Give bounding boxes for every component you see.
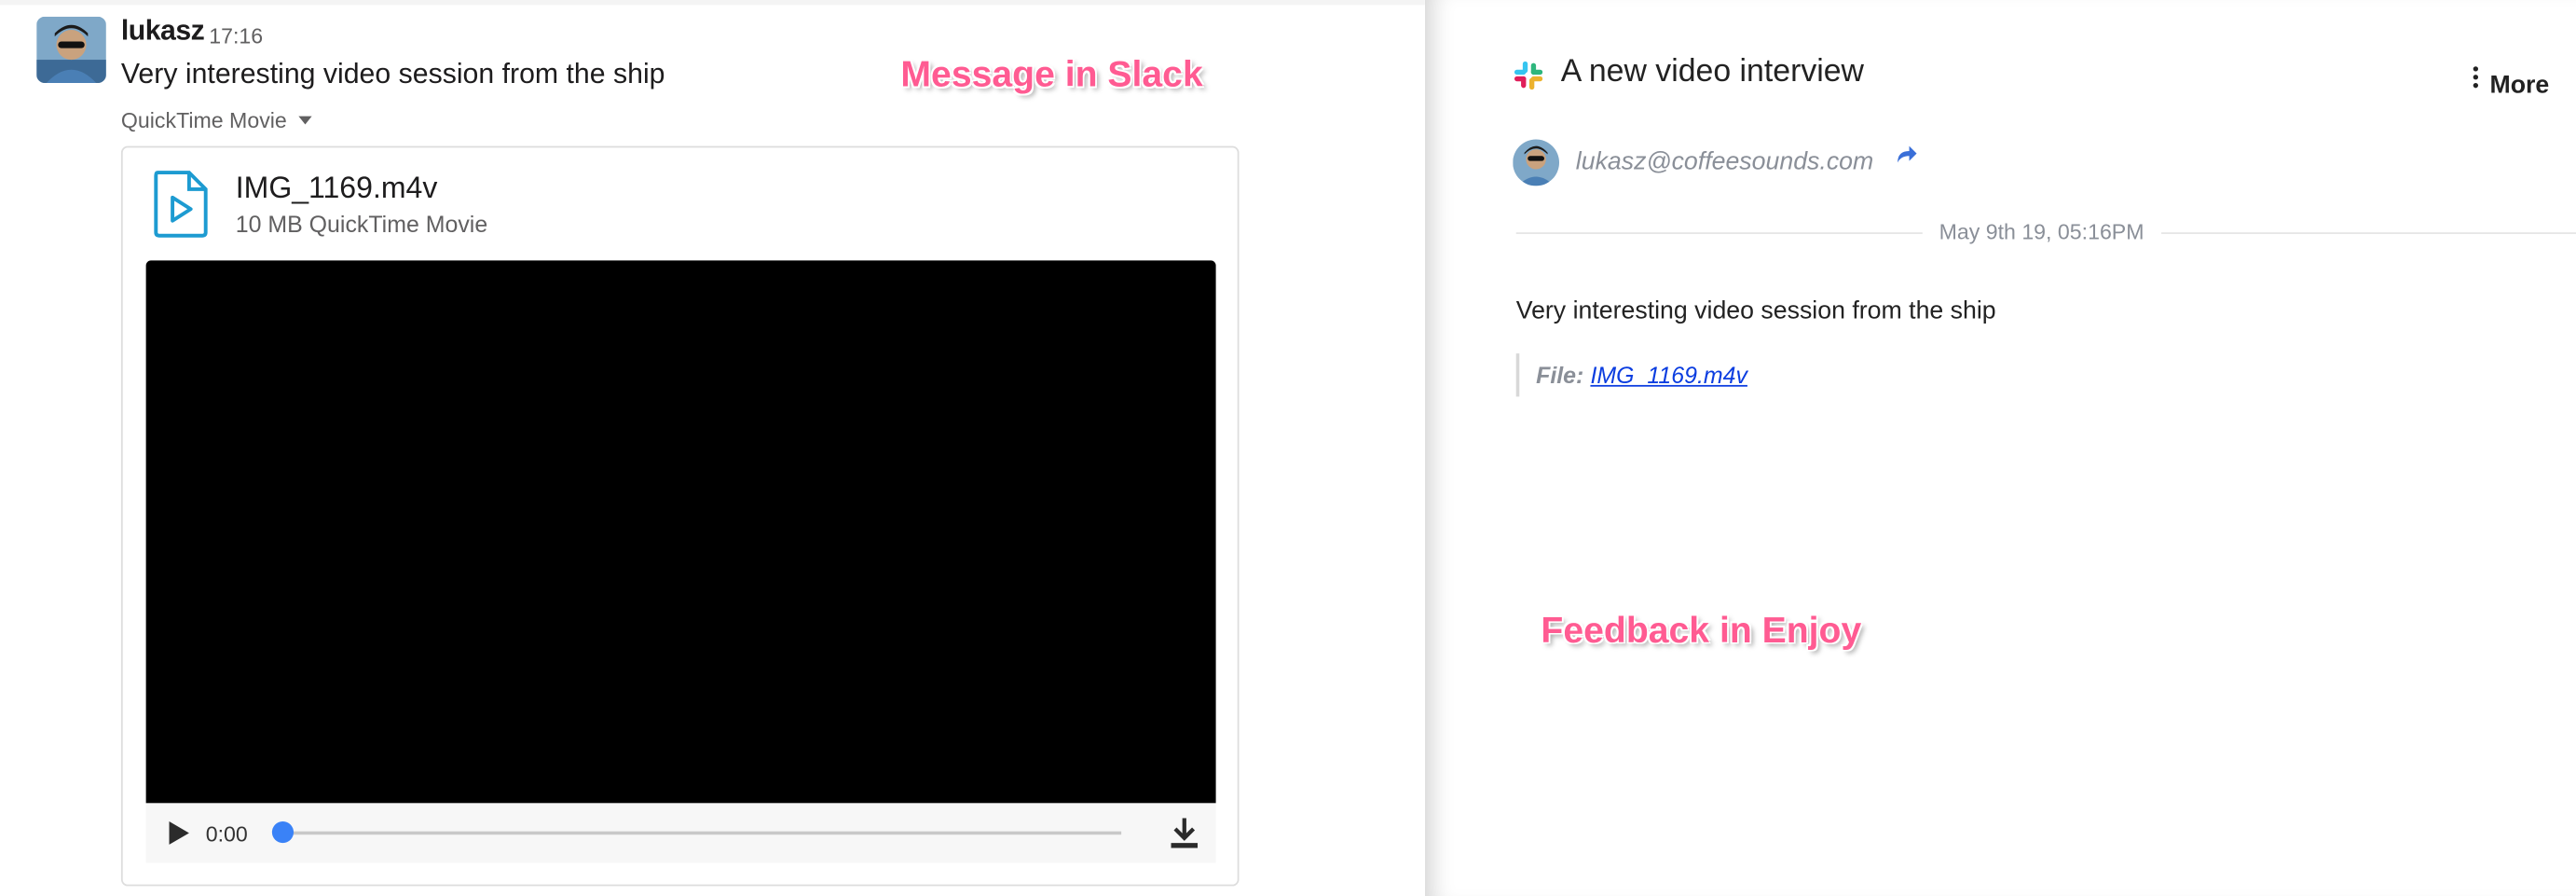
avatar-photo <box>36 16 106 83</box>
callout-message-in-slack: Message in Slack <box>900 52 1203 95</box>
video-player[interactable] <box>145 260 1216 804</box>
file-name[interactable]: IMG_1169.m4v <box>236 171 438 205</box>
page-title: A new video interview <box>1560 54 1864 90</box>
file-type-label: QuickTime Movie <box>120 107 287 133</box>
video-controls: 0:00 <box>145 803 1216 863</box>
feedback-text: Very interesting video session from the … <box>1515 296 1996 325</box>
avatar-photo <box>1513 139 1560 186</box>
kebab-icon <box>2473 63 2479 91</box>
seek-bar[interactable] <box>285 831 1122 835</box>
enjoy-pane: A new video interview More lukasz@coffee… <box>1424 0 2576 896</box>
slack-logo-icon <box>1514 61 1543 98</box>
message-text: Very interesting video session from the … <box>120 58 665 90</box>
username[interactable]: lukasz <box>121 15 205 48</box>
slack-pane: lukasz 17:16 Very interesting video sess… <box>0 0 1425 896</box>
more-button[interactable]: More <box>2473 63 2550 100</box>
message-date: May 9th 19, 05:16PM <box>1922 218 2161 244</box>
file-link[interactable]: IMG_1169.m4v <box>1590 362 1747 388</box>
current-time: 0:00 <box>205 821 248 847</box>
callout-feedback-in-enjoy: Feedback in Enjoy <box>1541 609 1862 651</box>
top-divider <box>0 0 1425 6</box>
chevron-down-icon <box>298 116 312 125</box>
forward-arrow-icon[interactable] <box>1896 143 1917 172</box>
file-type-dropdown[interactable]: QuickTime Movie <box>120 107 312 133</box>
more-label: More <box>2489 71 2550 100</box>
message-timestamp[interactable]: 17:16 <box>209 23 263 48</box>
user-avatar[interactable] <box>36 16 106 83</box>
file-attachment-card[interactable]: IMG_1169.m4v 10 MB QuickTime Movie 0:00 <box>120 145 1240 887</box>
seek-handle[interactable] <box>271 821 295 844</box>
author-email[interactable]: lukasz@coffeesounds.com <box>1576 147 1873 175</box>
file-label: File: <box>1536 361 1584 389</box>
play-icon[interactable] <box>169 821 189 845</box>
video-file-icon <box>153 170 210 248</box>
author-avatar <box>1513 139 1560 186</box>
file-quote: File: IMG_1169.m4v <box>1515 353 1747 397</box>
file-meta: 10 MB QuickTime Movie <box>235 211 488 238</box>
download-icon[interactable] <box>1170 817 1199 858</box>
